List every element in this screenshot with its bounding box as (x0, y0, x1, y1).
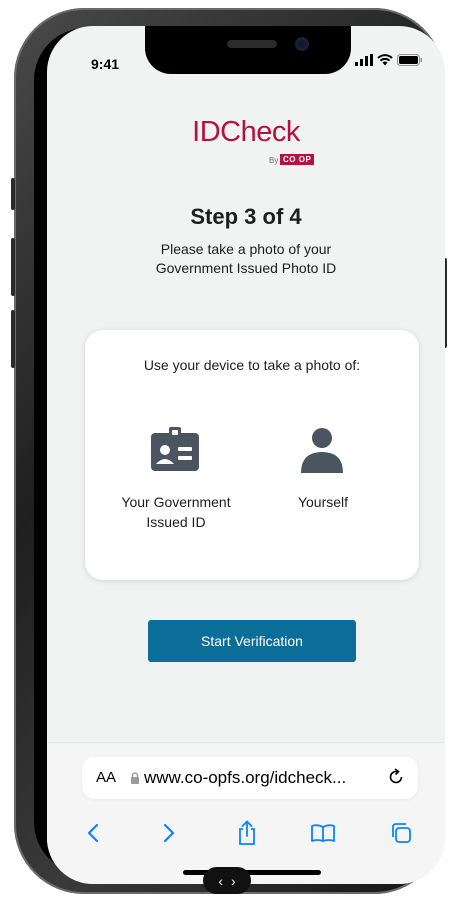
card-title: Use your device to take a photo of: (143, 357, 361, 373)
page-description: Please take a photo of your Government I… (155, 241, 337, 276)
person-icon (301, 428, 343, 473)
chevron-left-icon: ‹ (218, 872, 223, 889)
forward-icon (163, 823, 175, 843)
start-verification-button[interactable]: Start Verification (148, 620, 356, 662)
expand-handle[interactable]: ‹ › (203, 867, 251, 894)
url-text[interactable]: www.co-opfs.org/idcheck... (144, 768, 346, 788)
bookmarks-button[interactable] (303, 813, 343, 853)
share-icon (239, 820, 255, 845)
browser-nav (47, 813, 445, 853)
reload-icon[interactable] (386, 767, 406, 787)
status-time: 9:41 (91, 56, 120, 72)
status-icons (355, 54, 423, 66)
screen: 9:41 IDCheck By CO OP Step 3 of 4 Please… (47, 26, 445, 884)
logo-by: By (269, 156, 279, 165)
signal-icon (355, 54, 373, 66)
back-button[interactable] (73, 813, 113, 853)
browser-toolbar: AA www.co-opfs.org/idcheck... (47, 742, 445, 884)
forward-button[interactable] (149, 813, 189, 853)
phone-frame: 9:41 IDCheck By CO OP Step 3 of 4 Please… (11, 8, 447, 894)
id-card-icon (151, 427, 199, 471)
back-icon (87, 823, 99, 843)
silent-switch (11, 178, 15, 210)
tabs-icon (392, 823, 411, 843)
notch (145, 26, 351, 74)
chevron-right-icon: › (231, 872, 236, 889)
bookmarks-icon (311, 824, 335, 842)
card-item-label-id: Your Government Issued ID (121, 494, 231, 530)
battery-icon (397, 54, 422, 66)
coop-badge: CO OP (280, 154, 315, 165)
address-bar[interactable]: AA www.co-opfs.org/idcheck... (82, 757, 418, 799)
page-title: Step 3 of 4 (190, 204, 302, 229)
wifi-icon (377, 54, 393, 66)
logo-wordmark: IDCheck (192, 116, 300, 148)
card-item-label-self: Yourself (297, 494, 349, 510)
tabs-button[interactable] (381, 813, 421, 853)
instruction-card: Use your device to take a photo of: Your… (85, 330, 419, 580)
share-button[interactable] (227, 813, 267, 853)
idcheck-logo: IDCheck By CO OP (47, 116, 445, 165)
speaker (227, 40, 277, 48)
lock-icon (131, 772, 139, 784)
front-camera (295, 37, 309, 51)
text-size-button[interactable]: AA (96, 769, 116, 786)
volume-down-button (11, 310, 15, 368)
volume-up-button (11, 238, 15, 296)
